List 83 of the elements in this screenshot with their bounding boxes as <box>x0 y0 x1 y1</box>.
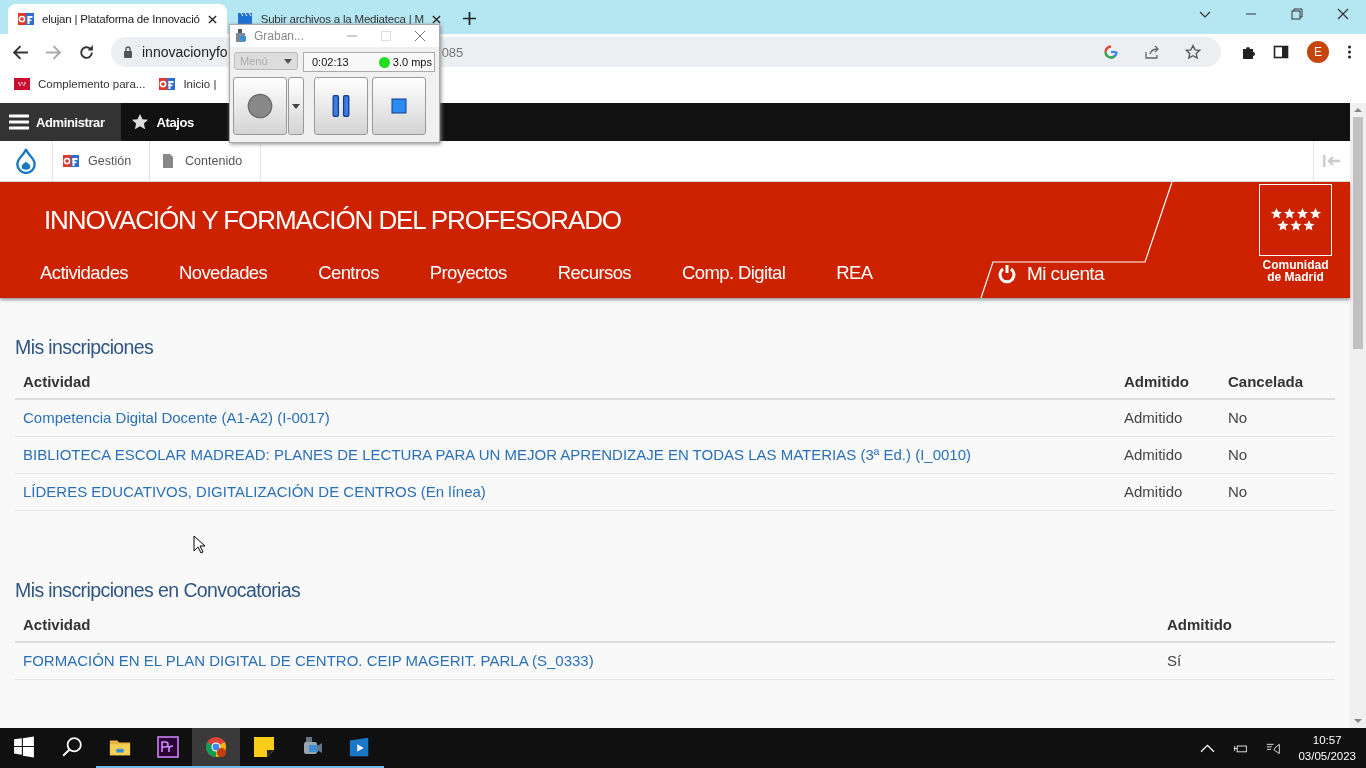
record-button[interactable] <box>233 77 287 135</box>
logo-icon <box>63 153 79 169</box>
side-panel-icon[interactable] <box>1273 44 1289 60</box>
frame-rate: 3.0 mps <box>392 56 432 68</box>
menu-icon <box>9 113 29 131</box>
logo-icon <box>159 75 176 92</box>
toolbar-tab[interactable]: Administrar <box>0 103 121 141</box>
taskbar-app[interactable] <box>192 728 240 768</box>
scrollbar[interactable] <box>1350 103 1366 728</box>
google-icon[interactable] <box>1103 44 1119 60</box>
table-cell: Admitido <box>1116 474 1220 511</box>
speaker-icon[interactable] <box>1266 741 1282 755</box>
section-heading: Mis inscripciones <box>15 336 155 359</box>
column-header: Cancelada <box>1220 365 1335 400</box>
nav-link[interactable]: Proyectos <box>429 262 507 284</box>
search-icon <box>61 736 83 758</box>
site-title[interactable]: INNOVACIÓN Y FORMACIÓN DEL PROFESORADO <box>44 204 621 236</box>
power-icon <box>997 264 1017 284</box>
star-icon[interactable] <box>1185 44 1201 60</box>
browser-tab[interactable]: elujan | Plataforma de Innovació <box>8 4 227 34</box>
puzzle-icon[interactable] <box>1241 44 1257 60</box>
activity-link[interactable]: BIBLIOTECA ESCOLAR MADREAD: PLANES DE LECTURA PARA UN MEJOR APRENDIZAJE EN TODAS LAS MATERIAS (3ª Ed.) (I_0010) <box>23 446 972 463</box>
bookmark[interactable]: Complemento para... <box>14 75 146 92</box>
video-player-icon <box>349 736 371 758</box>
scroll-up-icon[interactable] <box>1354 107 1362 113</box>
close-icon[interactable] <box>207 14 217 24</box>
status-dot <box>378 56 390 68</box>
sticky-note-icon <box>253 736 275 758</box>
scroll-thumb[interactable] <box>1353 117 1363 349</box>
record-icon <box>247 93 273 119</box>
section-heading: Mis inscripciones en Convocatorias <box>15 579 302 602</box>
nav-link[interactable]: Recursos <box>557 262 631 284</box>
table-cell: No <box>1220 400 1335 437</box>
nav-link[interactable]: Centros <box>318 262 379 284</box>
reload-icon[interactable] <box>78 43 95 61</box>
column-header: Actividad <box>15 608 1159 643</box>
nav-link[interactable]: Comp. Digital <box>682 262 786 284</box>
pause-button[interactable] <box>314 77 368 135</box>
toolbar-link[interactable]: Gestión <box>53 141 151 181</box>
chevron-up-icon[interactable] <box>1200 741 1216 755</box>
lock-icon <box>123 46 133 58</box>
table-cell: Admitido <box>1116 437 1220 474</box>
activity-link[interactable]: FORMACIÓN EN EL PLAN DIGITAL DE CENTRO. CEIP MAGERIT. PARLA (S_0333) <box>23 652 594 669</box>
stop-icon <box>391 98 407 114</box>
caret-icon <box>292 103 300 109</box>
url-text: innovacionyfo <box>142 44 228 60</box>
table-cell: Admitido <box>1116 400 1220 437</box>
logo-icon <box>18 11 34 27</box>
dropdown-button[interactable] <box>288 77 304 135</box>
table-cell: No <box>1220 437 1335 474</box>
windows-icon <box>13 736 35 758</box>
toolbar-tab[interactable]: Atajos <box>120 103 210 141</box>
mouse-cursor-icon <box>193 535 205 554</box>
premiere-icon <box>157 736 179 758</box>
drupal-icon[interactable] <box>15 148 37 174</box>
nav-link[interactable]: Actividades <box>40 262 128 284</box>
account-link[interactable]: Mi cuenta <box>997 263 1104 285</box>
caret-icon <box>284 58 292 64</box>
column-header: Admitido <box>1159 608 1335 643</box>
close-icon[interactable] <box>431 14 441 24</box>
clock[interactable]: 10:57 03/05/2023 <box>1290 728 1366 768</box>
back-icon[interactable] <box>12 43 29 61</box>
new-tab-icon[interactable] <box>462 12 476 25</box>
activity-link[interactable]: LÍDERES EDUCATIVOS, DIGITALIZACIÓN DE CENTROS (En línea) <box>23 483 486 500</box>
profile-avatar[interactable]: E <box>1307 41 1329 63</box>
column-header: Actividad <box>15 365 1116 400</box>
restore-icon[interactable] <box>1291 8 1303 20</box>
flag-icon <box>14 75 30 92</box>
table-cell: Sí <box>1159 643 1335 680</box>
more-icon[interactable] <box>1347 44 1352 60</box>
table-cell: No <box>1220 474 1335 511</box>
elapsed-time: 0:02:13 <box>312 56 349 68</box>
bookmark[interactable]: Inicio | <box>159 75 217 92</box>
column-header: Admitido <box>1116 365 1220 400</box>
share-icon[interactable] <box>1144 44 1160 60</box>
url-text: 085 <box>441 44 464 60</box>
close-icon[interactable] <box>1337 8 1349 20</box>
nav-link[interactable]: REA <box>836 262 873 284</box>
nav-link[interactable]: Novedades <box>179 262 268 284</box>
activity-link[interactable]: Competencia Digital Docente (A1-A2) (I-0017) <box>23 409 330 426</box>
chrome-icon <box>205 736 227 758</box>
scroll-down-icon[interactable] <box>1354 718 1362 724</box>
maximize-icon <box>381 31 391 41</box>
